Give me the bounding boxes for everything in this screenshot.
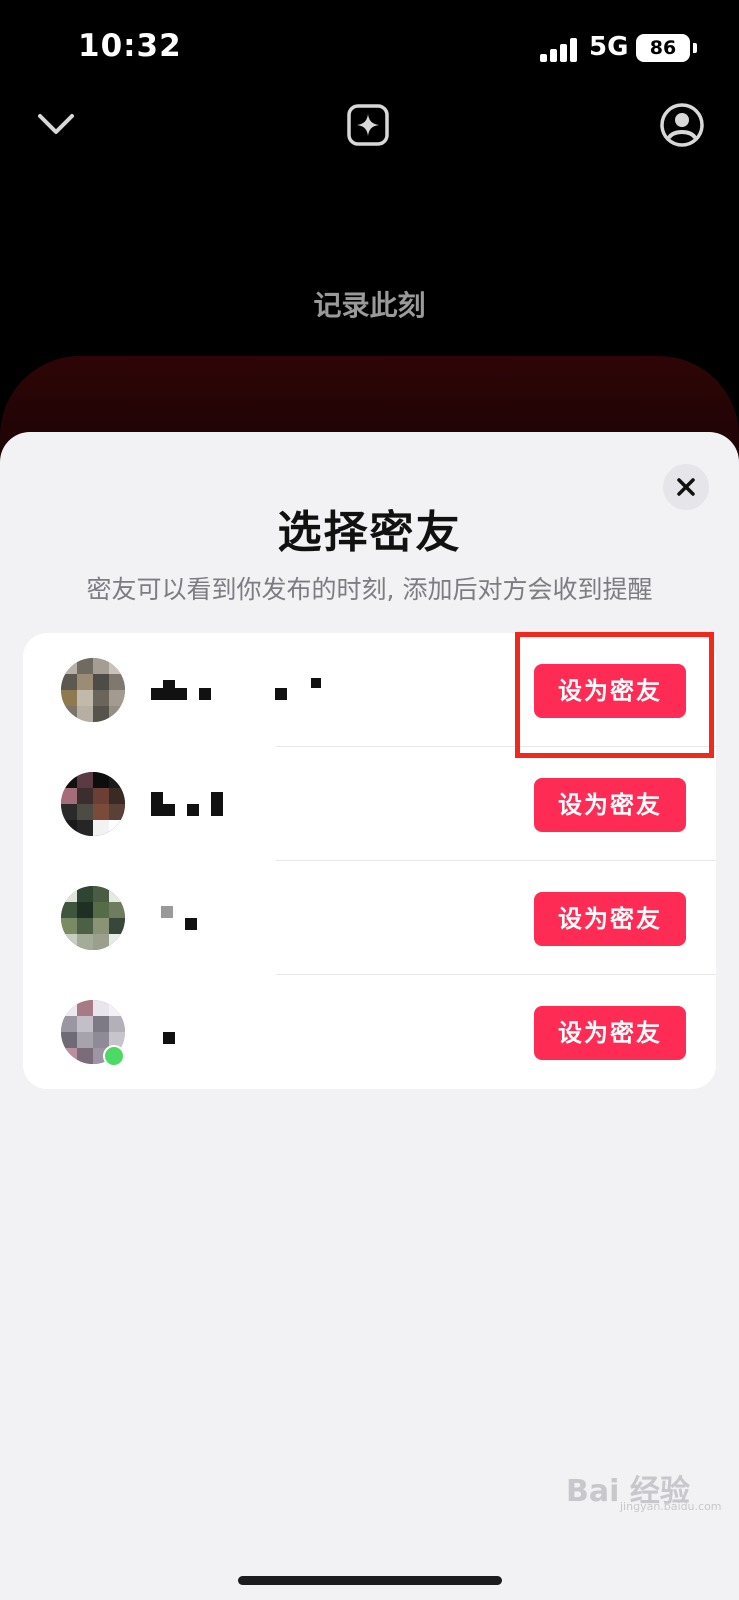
set-close-friend-button[interactable]: 设为密友: [534, 778, 686, 832]
status-time: 10:32: [78, 28, 182, 64]
set-close-friend-button[interactable]: 设为密友: [534, 892, 686, 946]
signal-icon: [540, 38, 577, 62]
home-indicator[interactable]: [238, 1576, 502, 1585]
sparkle-icon[interactable]: [346, 103, 390, 147]
avatar[interactable]: [61, 658, 125, 722]
set-close-friend-button[interactable]: 设为密友: [534, 1006, 686, 1060]
avatar[interactable]: [61, 886, 125, 950]
friend-row: 设为密友: [23, 975, 716, 1089]
sheet-title: 选择密友: [277, 507, 462, 558]
friend-row: 设为密友: [23, 861, 716, 975]
chevron-down-icon[interactable]: [36, 104, 76, 144]
battery-icon: 86: [636, 34, 690, 62]
sheet-subtitle: 密友可以看到你发布的时刻, 添加后对方会收到提醒: [86, 575, 653, 604]
battery-tip: [693, 43, 697, 53]
network-type: 5G: [589, 32, 629, 62]
avatar[interactable]: [61, 772, 125, 836]
status-bar: 10:32 5G 86: [0, 0, 739, 100]
online-status-dot: [103, 1045, 125, 1067]
highlight-annotation-box: [515, 632, 714, 758]
baidu-watermark-url: jingyan.baidu.com: [620, 1500, 722, 1513]
friend-row: 设为密友: [23, 747, 716, 861]
record-moment-title: 记录此刻: [313, 289, 426, 322]
profile-icon[interactable]: [659, 102, 705, 148]
